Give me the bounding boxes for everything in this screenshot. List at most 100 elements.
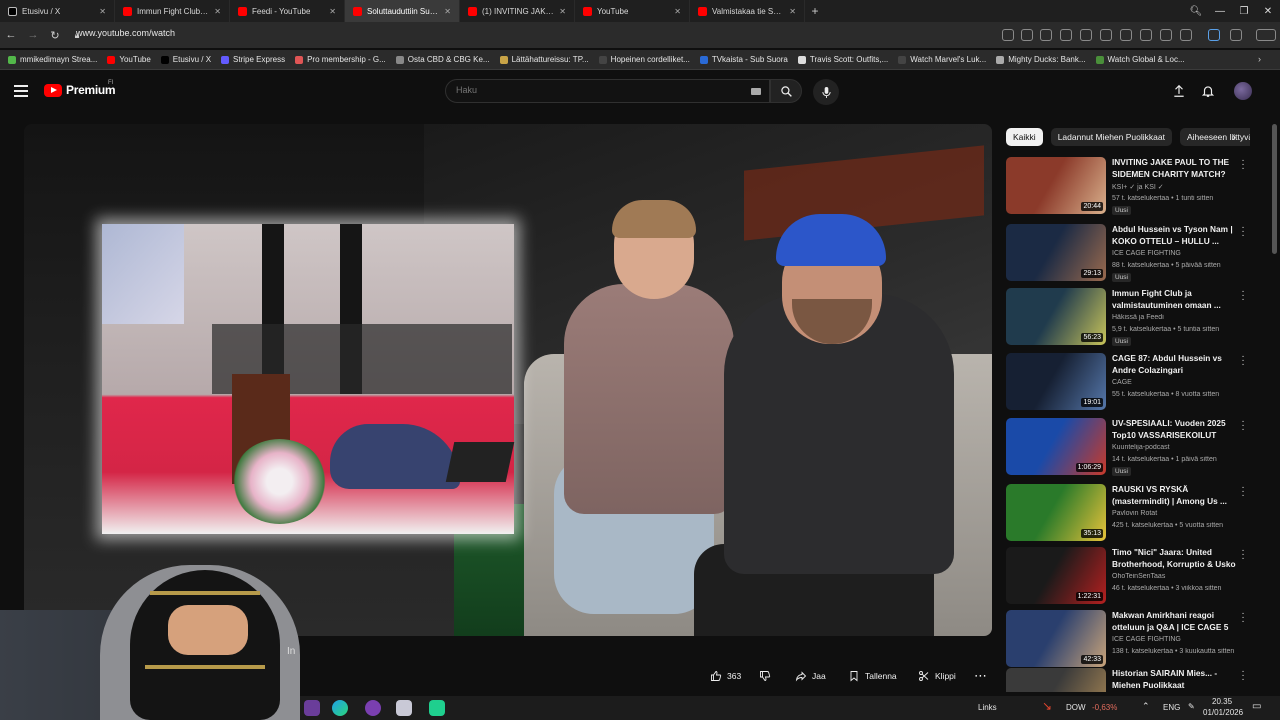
- video-thumbnail[interactable]: 42:33: [1006, 610, 1106, 667]
- extension-icon[interactable]: [1080, 29, 1092, 41]
- search-input[interactable]: [456, 85, 573, 95]
- video-title[interactable]: CAGE 87: Abdul Hussein vs Andre Colazing…: [1112, 353, 1240, 376]
- more-vertical-icon[interactable]: · · ·: [1240, 223, 1246, 241]
- video-thumbnail[interactable]: 1:22:31: [1006, 547, 1106, 604]
- browser-tab[interactable]: Etusivu / X ✕: [0, 0, 115, 22]
- video-title[interactable]: Historian SAIRAIN Mies... - Miehen Puoli…: [1112, 668, 1240, 691]
- video-thumbnail[interactable]: 35:13: [1006, 484, 1106, 541]
- browser-tab[interactable]: YouTube ✕: [575, 0, 690, 22]
- maximize-button[interactable]: ❐: [1232, 0, 1256, 22]
- menu-icon[interactable]: [14, 85, 28, 97]
- links-toolbar[interactable]: Links: [978, 703, 997, 712]
- forward-icon[interactable]: →: [22, 22, 44, 48]
- bookmark-item[interactable]: Travis Scott: Outfits,...: [797, 55, 888, 64]
- url-input[interactable]: www.youtube.com/watch: [76, 28, 175, 38]
- more-vertical-icon[interactable]: · · ·: [1240, 287, 1246, 305]
- more-vertical-icon[interactable]: · · ·: [1240, 352, 1246, 370]
- extension-icon[interactable]: [1021, 29, 1033, 41]
- new-tab-button[interactable]: +: [805, 0, 825, 22]
- bookmark-item[interactable]: YouTube: [107, 55, 151, 64]
- channel-name[interactable]: Häkissä ja Feedi: [1112, 314, 1244, 321]
- search-button[interactable]: [770, 79, 802, 103]
- keyboard-icon[interactable]: [751, 88, 761, 95]
- tray-chevron-icon[interactable]: ⌃: [1142, 701, 1150, 712]
- profile-icon[interactable]: [1180, 29, 1192, 41]
- more-actions-button[interactable]: ⋯: [974, 666, 987, 686]
- recommended-video[interactable]: 1:06:29 UV-SPESIAALI: Vuoden 2025 Top10 V…: [1006, 417, 1250, 478]
- like-button[interactable]: 363: [710, 666, 741, 686]
- app-icon[interactable]: [429, 700, 445, 716]
- channel-name[interactable]: ICE CAGE FIGHTING: [1112, 636, 1244, 643]
- bookmark-item[interactable]: Osta CBD & CBG Ke...: [395, 55, 490, 64]
- browser-tab[interactable]: Immun Fight Club ja valmistautuminen ✕: [115, 0, 230, 22]
- channel-name[interactable]: Kuuntelija-podcast: [1112, 444, 1244, 451]
- voice-search-button[interactable]: [813, 79, 839, 105]
- close-tab-icon[interactable]: ✕: [329, 7, 336, 16]
- video-thumbnail[interactable]: 1:06:29: [1006, 418, 1106, 475]
- upload-button[interactable]: [1171, 83, 1187, 99]
- bookmark-item[interactable]: Watch Global & Loc...: [1095, 55, 1185, 64]
- video-title[interactable]: Makwan Amirkhani reagoi otteluun ja Q&A …: [1112, 610, 1240, 633]
- collections-icon[interactable]: [1160, 29, 1172, 41]
- bookmark-item[interactable]: Mighty Ducks: Bank...: [996, 55, 1086, 64]
- favorites-icon[interactable]: [1120, 29, 1132, 41]
- clock-date[interactable]: 01/01/2026: [1203, 708, 1243, 717]
- recommended-video[interactable]: 1:22:31 Timo "Nici" Jaara: United Brother…: [1006, 546, 1250, 607]
- more-vertical-icon[interactable]: · · ·: [1240, 417, 1246, 435]
- channel-name[interactable]: CAGE: [1112, 379, 1244, 386]
- close-tab-icon[interactable]: ✕: [674, 7, 681, 16]
- downloads-icon[interactable]: [1140, 29, 1152, 41]
- bookmark-item[interactable]: mmikedimayn Strea...: [8, 55, 97, 64]
- video-title[interactable]: Immun Fight Club ja valmistautuminen oma…: [1112, 288, 1240, 311]
- more-vertical-icon[interactable]: · · ·: [1240, 483, 1246, 501]
- bookmark-item[interactable]: Etusivu / X: [160, 55, 211, 64]
- channel-name[interactable]: Pavlovin Rotat: [1112, 510, 1244, 517]
- app-icon[interactable]: [304, 700, 320, 716]
- bookmark-item[interactable]: Hopeinen cordelliket...: [598, 55, 690, 64]
- recommended-video[interactable]: 20:44 INVITING JAKE PAUL TO THE SIDEMEN C…: [1006, 157, 1250, 217]
- browser-tab[interactable]: Soluttauduttiin Suomen ✕: [345, 0, 460, 22]
- browser-tab[interactable]: Feedi - YouTube ✕: [230, 0, 345, 22]
- close-tab-icon[interactable]: ✕: [99, 7, 106, 16]
- video-title[interactable]: UV-SPESIAALI: Vuoden 2025 Top10 VASSARIS…: [1112, 418, 1240, 441]
- close-tab-icon[interactable]: ✕: [444, 7, 451, 16]
- extension-icon[interactable]: [1060, 29, 1072, 41]
- channel-name[interactable]: OhoTeinSenTaas: [1112, 573, 1244, 580]
- app-icon[interactable]: [396, 700, 412, 716]
- video-thumbnail[interactable]: 20:44: [1006, 157, 1106, 214]
- recommended-video[interactable]: 42:33 Makwan Amirkhani reagoi otteluun ja…: [1006, 609, 1250, 670]
- close-window-button[interactable]: ✕: [1256, 0, 1280, 22]
- video-thumbnail[interactable]: 19:01: [1006, 353, 1106, 410]
- recommended-video[interactable]: 56:23 Immun Fight Club ja valmistautumine…: [1006, 287, 1250, 348]
- bookmark-item[interactable]: Watch Marvel's Luk...: [898, 55, 986, 64]
- close-tab-icon[interactable]: ✕: [789, 7, 796, 16]
- video-title[interactable]: Abdul Hussein vs Tyson Nam | KOKO OTTELU…: [1112, 224, 1240, 247]
- extension-icon[interactable]: [1100, 29, 1112, 41]
- minimize-button[interactable]: —: [1208, 0, 1232, 22]
- pen-icon[interactable]: ✎: [1188, 702, 1195, 711]
- more-vertical-icon[interactable]: · · ·: [1240, 157, 1246, 174]
- search-box[interactable]: [445, 79, 770, 103]
- search-tabs-icon[interactable]: 🔍︎: [1184, 0, 1208, 22]
- extension-icon[interactable]: [1230, 29, 1242, 41]
- extension-icon[interactable]: [1208, 29, 1220, 41]
- bookmark-item[interactable]: Pro membership - G...: [295, 55, 386, 64]
- channel-name[interactable]: ICE CAGE FIGHTING: [1112, 250, 1244, 257]
- close-tab-icon[interactable]: ✕: [214, 7, 221, 16]
- video-player[interactable]: [24, 124, 992, 636]
- back-icon[interactable]: ←: [0, 22, 22, 48]
- clip-button[interactable]: Klippi: [918, 666, 956, 686]
- more-vertical-icon[interactable]: · · ·: [1240, 609, 1246, 627]
- recommended-video[interactable]: 19:01 CAGE 87: Abdul Hussein vs Andre Col…: [1006, 352, 1250, 413]
- filter-chip[interactable]: Ladannut Miehen Puolikkaat: [1050, 128, 1172, 146]
- bookmark-item[interactable]: Lättähattureissu: TP...: [499, 55, 589, 64]
- bookmarks-overflow-icon[interactable]: ›: [1258, 54, 1261, 64]
- video-thumbnail[interactable]: 56:23: [1006, 288, 1106, 345]
- channel-name[interactable]: KSI+ ✓ ja KSI ✓: [1112, 183, 1244, 191]
- video-title[interactable]: RAUSKI VS RYSKÄ (mastermindit) | Among U…: [1112, 484, 1240, 507]
- edge-icon[interactable]: [332, 700, 348, 716]
- video-title[interactable]: INVITING JAKE PAUL TO THE SIDEMEN CHARIT…: [1112, 157, 1240, 180]
- browser-tab[interactable]: Valmistakaa tie Suomi - A ✕: [690, 0, 805, 22]
- more-vertical-icon[interactable]: · · ·: [1240, 667, 1246, 685]
- clock-time[interactable]: 20.35: [1212, 697, 1232, 706]
